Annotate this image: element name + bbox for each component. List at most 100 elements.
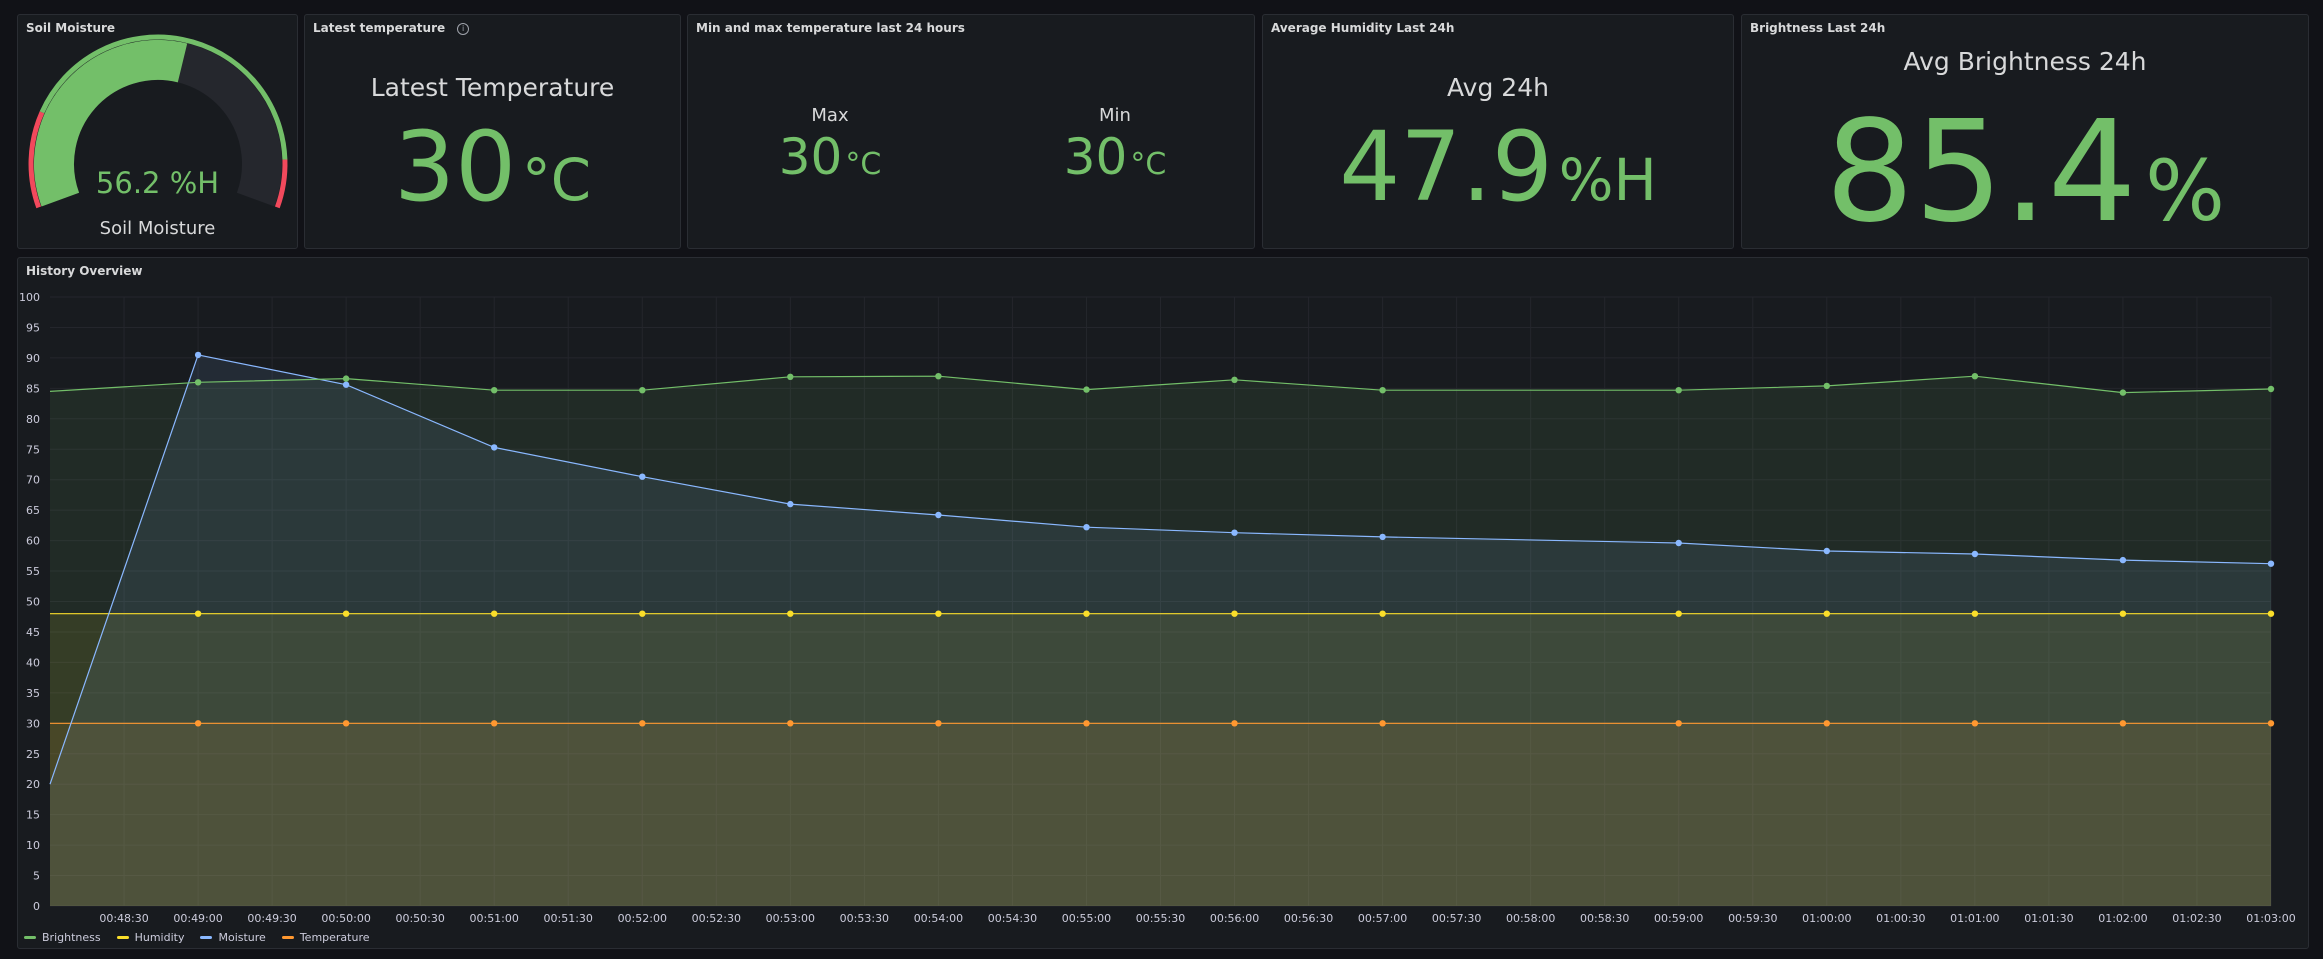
y-tick-label: 70	[26, 474, 40, 487]
legend-swatch	[24, 936, 36, 939]
data-point-brightness	[639, 387, 646, 394]
min-value: 30 °C	[1041, 132, 1189, 182]
x-tick-label: 00:59:30	[1728, 912, 1777, 923]
x-tick-label: 00:55:30	[1136, 912, 1185, 923]
x-tick-label: 00:50:30	[395, 912, 444, 923]
y-tick-label: 40	[26, 656, 40, 669]
soil-moisture-label: Soil Moisture	[99, 218, 216, 239]
data-point-temperature	[342, 720, 350, 727]
data-point-moisture	[1675, 539, 1682, 547]
data-point-temperature	[1231, 720, 1238, 727]
max-temperature-stat: Max 30 °C	[756, 105, 904, 182]
data-point-brightness	[342, 375, 350, 382]
x-tick-label: 00:56:30	[1284, 912, 1333, 923]
panel-title-text: Latest temperature	[313, 21, 446, 35]
data-point-temperature	[639, 720, 646, 727]
data-point-temperature	[1675, 720, 1682, 727]
y-tick-label: 10	[26, 839, 40, 852]
data-point-humidity	[1823, 610, 1831, 617]
data-point-humidity	[1083, 610, 1090, 617]
data-point-moisture	[935, 511, 942, 519]
x-tick-label: 00:53:30	[840, 912, 889, 923]
soil-moisture-panel[interactable]: Soil Moisture 56.2 %H Soil Moisture	[17, 14, 298, 249]
x-tick-label: 01:02:00	[2098, 912, 2147, 923]
value-unit: °C	[845, 147, 882, 182]
latest-temperature-value: 30°C	[305, 119, 680, 215]
data-point-moisture	[1823, 547, 1831, 555]
data-point-moisture	[787, 500, 794, 508]
data-point-brightness	[1083, 386, 1090, 393]
value-number: 30	[394, 111, 517, 223]
data-point-temperature	[2267, 720, 2275, 727]
value-unit: %	[2145, 142, 2225, 240]
chart-legend: Brightness Humidity Moisture Temperature	[24, 931, 370, 944]
legend-label: Humidity	[134, 931, 185, 944]
data-point-brightness	[1231, 376, 1238, 383]
data-point-brightness	[1379, 387, 1386, 394]
data-point-brightness	[935, 373, 942, 380]
legend-item-moisture[interactable]: Moisture	[200, 931, 266, 944]
data-point-moisture	[639, 473, 646, 480]
legend-item-humidity[interactable]: Humidity	[116, 931, 185, 944]
max-label: Max	[811, 105, 849, 126]
y-tick-label: 55	[26, 565, 40, 578]
x-tick-label: 00:48:30	[99, 912, 148, 923]
history-overview-panel[interactable]: History Overview 0 5 10 15 20 25 30 35 40 45 50 55 6…	[17, 257, 2309, 949]
x-tick-label: 00:58:30	[1580, 912, 1629, 923]
data-point-brightness	[787, 373, 794, 380]
data-point-brightness	[1971, 373, 1979, 380]
legend-swatch	[281, 936, 294, 939]
y-tick-label: 75	[26, 443, 40, 456]
x-tick-label: 00:54:30	[988, 912, 1037, 923]
data-point-moisture	[342, 381, 350, 388]
brightness-label: Avg Brightness 24h	[1903, 47, 2147, 76]
info-icon[interactable]: i	[457, 23, 470, 35]
value-unit: °C	[1130, 147, 1167, 182]
data-point-moisture	[2119, 556, 2127, 564]
value-unit: %H	[1558, 147, 1657, 214]
x-tick-label: 00:49:30	[247, 912, 296, 923]
y-tick-label: 15	[26, 809, 40, 822]
data-point-humidity	[2119, 610, 2127, 617]
x-tick-label: 01:00:00	[1802, 912, 1851, 923]
value-unit: °C	[521, 147, 591, 214]
data-point-moisture	[2267, 560, 2275, 567]
legend-item-brightness[interactable]: Brightness	[24, 931, 101, 944]
y-tick-label: 35	[26, 687, 40, 700]
min-temperature-stat: Min 30 °C	[1041, 105, 1189, 182]
legend-item-temperature[interactable]: Temperature	[281, 931, 370, 944]
data-point-humidity	[787, 610, 794, 617]
humidity-value: 47.9%H	[1263, 119, 1733, 215]
data-point-moisture	[1379, 533, 1386, 541]
data-point-moisture	[1971, 550, 1979, 558]
y-tick-label: 100	[19, 291, 40, 304]
panel-title: Average Humidity Last 24h	[1271, 21, 1455, 35]
brightness-panel[interactable]: Brightness Last 24h Avg Brightness 24h 8…	[1741, 14, 2309, 249]
brightness-value: 85.4%	[1742, 103, 2308, 243]
humidity-label: Avg 24h	[1447, 73, 1549, 102]
x-tick-label: 01:02:30	[2172, 912, 2221, 923]
data-point-humidity	[1379, 610, 1386, 617]
latest-temperature-panel[interactable]: Latest temperature i Latest Temperature 3…	[304, 14, 681, 249]
data-point-brightness	[1823, 382, 1831, 390]
x-tick-label: 00:56:00	[1210, 912, 1259, 923]
x-tick-label: 00:52:30	[692, 912, 741, 923]
data-point-humidity	[194, 610, 202, 617]
series-area-brightness	[50, 376, 2271, 906]
y-tick-label: 90	[26, 352, 40, 365]
x-tick-label: 00:52:00	[618, 912, 667, 923]
y-tick-label: 80	[26, 413, 40, 426]
value-number: 30	[1063, 128, 1128, 186]
data-point-temperature	[1971, 720, 1979, 727]
x-tick-label: 01:00:30	[1876, 912, 1925, 923]
history-chart[interactable]: 0 5 10 15 20 25 30 35 40 45 50 55 60 65 70 75 80 85 90 95 10…	[18, 258, 2310, 923]
value-number: 47.9	[1339, 111, 1553, 223]
min-max-temperature-panel[interactable]: Min and max temperature last 24 hours Ma…	[687, 14, 1255, 249]
legend-label: Temperature	[299, 931, 370, 944]
data-point-moisture	[1083, 524, 1090, 531]
x-tick-label: 00:57:30	[1432, 912, 1481, 923]
x-tick-label: 00:57:00	[1358, 912, 1407, 923]
data-point-humidity	[639, 610, 646, 617]
average-humidity-panel[interactable]: Average Humidity Last 24h Avg 24h 47.9%H	[1262, 14, 1734, 249]
soil-moisture-value: 56.2 %H	[95, 166, 220, 200]
